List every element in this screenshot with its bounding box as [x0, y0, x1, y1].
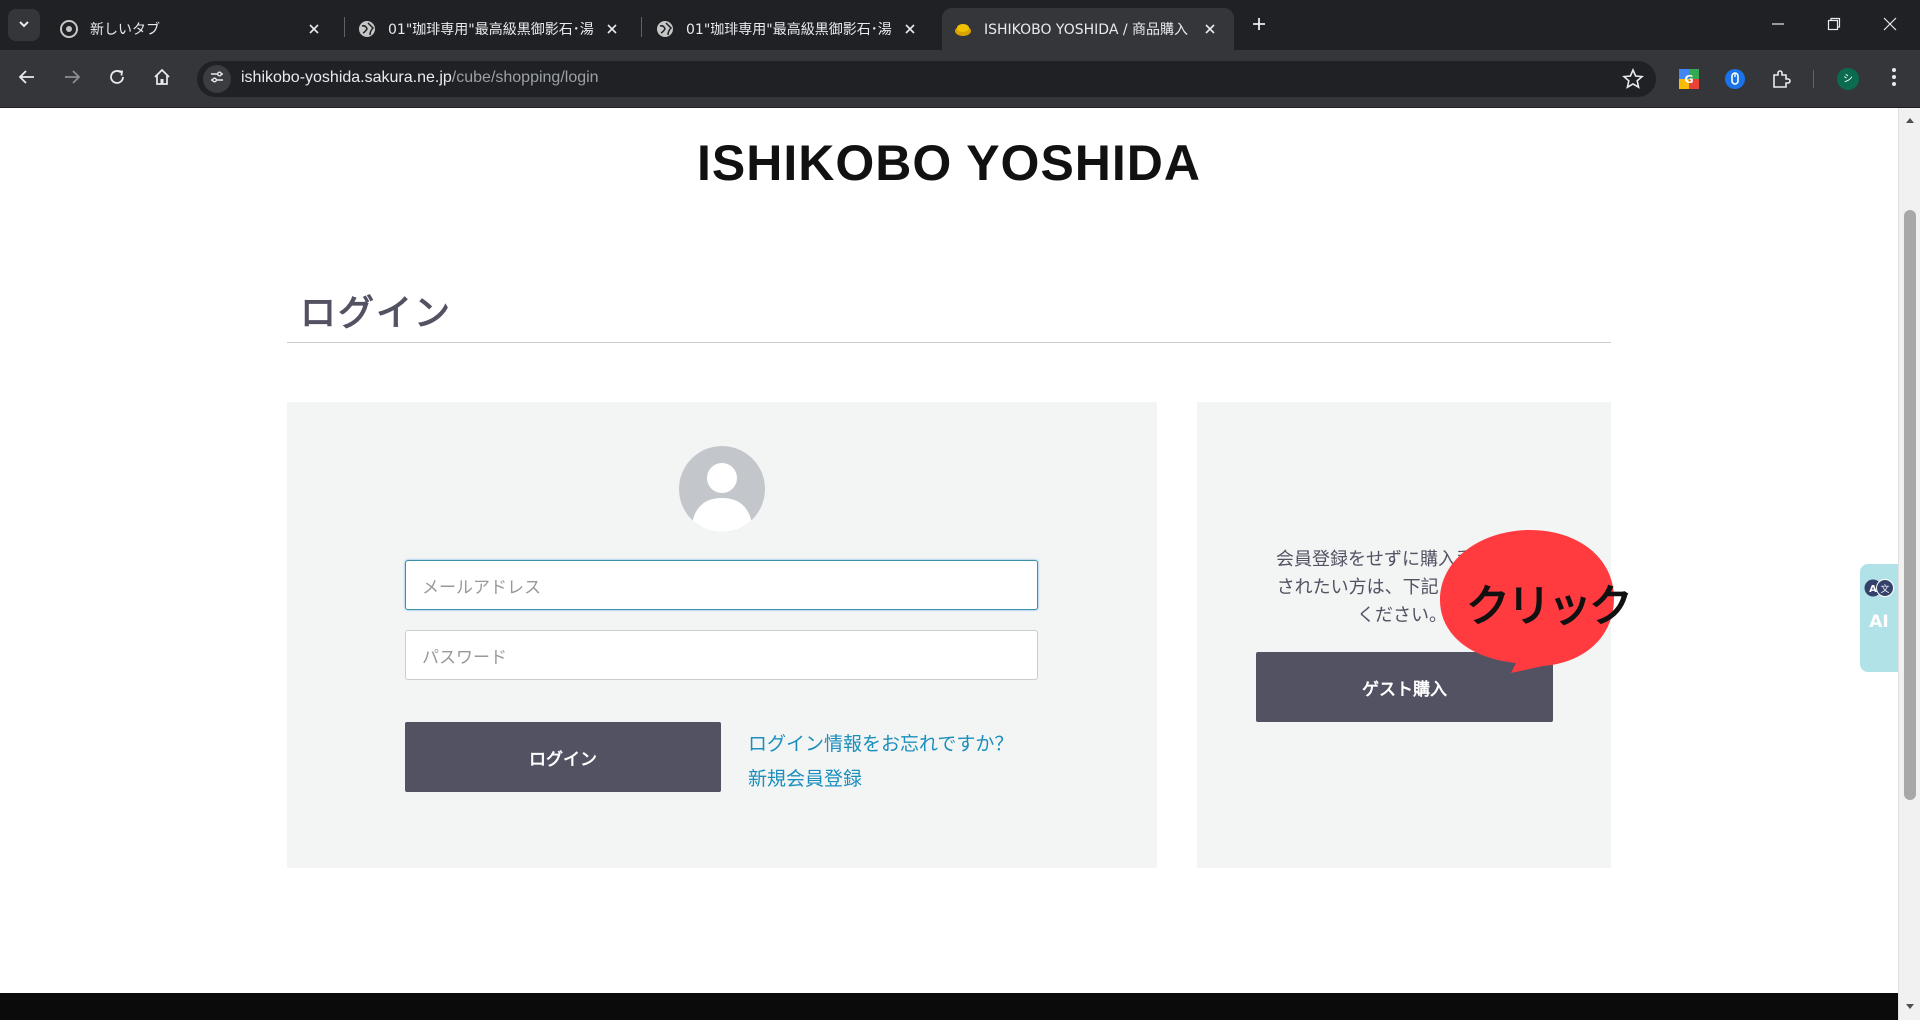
- tab-product-1[interactable]: 01"珈琲専用"最高級黒御影石･湯: [346, 8, 636, 50]
- stone-favicon: [954, 20, 972, 38]
- tab-divider: [344, 17, 345, 37]
- page-title: ログイン: [300, 293, 453, 334]
- plus-icon: [1251, 16, 1267, 36]
- restore-button[interactable]: [1806, 0, 1862, 50]
- globe-icon: [656, 20, 674, 38]
- minimize-icon: [1771, 16, 1785, 35]
- scroll-down-arrow-icon[interactable]: [1904, 1001, 1916, 1013]
- restore-icon: [1827, 16, 1841, 35]
- site-brand[interactable]: ISHIKOBO YOSHIDA: [0, 134, 1898, 192]
- ai-label: AI: [1869, 612, 1889, 632]
- forward-button[interactable]: [56, 63, 88, 95]
- home-icon: [153, 68, 171, 90]
- password-field[interactable]: パスワード: [405, 630, 1038, 680]
- site-info-button[interactable]: [203, 65, 231, 93]
- tab-divider: [641, 17, 642, 37]
- minimize-button[interactable]: [1750, 0, 1806, 50]
- tab-close-icon[interactable]: [304, 19, 324, 39]
- register-link[interactable]: 新規会員登録: [748, 764, 862, 791]
- page-scrollbar[interactable]: [1898, 108, 1920, 1020]
- email-field[interactable]: メールアドレス: [405, 560, 1038, 610]
- profile-avatar[interactable]: シ: [1836, 67, 1860, 91]
- chevron-down-icon: [17, 16, 31, 35]
- ai-translate-widget[interactable]: A文 AI: [1860, 564, 1898, 672]
- globe-icon: [358, 20, 376, 38]
- url-host: ishikobo-yoshida.sakura.ne.jp: [241, 69, 452, 86]
- login-button[interactable]: ログイン: [405, 722, 721, 792]
- svg-text:G: G: [1684, 73, 1693, 86]
- mouse-extension-icon[interactable]: [1723, 67, 1747, 91]
- tab-shop-login[interactable]: ISHIKOBO YOSHIDA / 商品購入: [942, 8, 1234, 50]
- tab-title: 01"珈琲専用"最高級黒御影石･湯: [686, 22, 892, 38]
- click-annotation-text: クリック: [1466, 581, 1633, 632]
- user-avatar-icon: [679, 446, 765, 532]
- back-button[interactable]: [11, 63, 43, 95]
- tab-title: 新しいタブ: [90, 22, 160, 38]
- tab-product-2[interactable]: 01"珈琲専用"最高級黒御影石･湯: [644, 8, 934, 50]
- svg-text:文: 文: [1880, 583, 1889, 595]
- close-window-button[interactable]: [1862, 0, 1918, 50]
- translate-icon: A文: [1864, 578, 1894, 602]
- forgot-password-link[interactable]: ログイン情報をお忘れですか？: [748, 729, 1013, 756]
- more-vert-icon: [1891, 67, 1897, 91]
- reload-icon: [108, 68, 126, 90]
- scroll-up-arrow-icon[interactable]: [1904, 114, 1916, 126]
- new-tab-button[interactable]: [1245, 12, 1273, 40]
- tab-strip: 新しいタブ 01"珈琲専用"最高級黒御影石･湯 01"珈琲専用"最高級黒御影石･…: [0, 0, 1920, 50]
- browser-toolbar: ishikobo-yoshida.sakura.ne.jp/cube/shopp…: [0, 50, 1920, 108]
- arrow-left-icon: [18, 68, 36, 90]
- google-translate-extension-icon[interactable]: G: [1677, 67, 1701, 91]
- url-text[interactable]: ishikobo-yoshida.sakura.ne.jp/cube/shopp…: [241, 69, 599, 87]
- toolbar-divider: [1813, 70, 1814, 88]
- tab-new-tab[interactable]: 新しいタブ: [48, 8, 338, 50]
- close-icon: [1883, 16, 1897, 35]
- page-footer-bar: [0, 993, 1898, 1020]
- menu-button[interactable]: [1882, 67, 1906, 91]
- tab-title: 01"珈琲専用"最高級黒御影石･湯: [388, 22, 594, 38]
- home-button[interactable]: [146, 63, 178, 95]
- arrow-right-icon: [63, 68, 81, 90]
- svg-text:A: A: [1869, 584, 1877, 595]
- tab-title: ISHIKOBO YOSHIDA / 商品購入: [984, 22, 1189, 38]
- web-page: ISHIKOBO YOSHIDA ログイン メールアドレス パスワード ログイン…: [0, 108, 1898, 993]
- tune-icon: [209, 69, 225, 89]
- tab-close-icon[interactable]: [602, 19, 622, 39]
- tab-close-icon[interactable]: [1200, 19, 1220, 39]
- puzzle-icon[interactable]: [1769, 67, 1793, 91]
- chrome-icon: [60, 20, 78, 38]
- scrollbar-thumb[interactable]: [1904, 210, 1916, 800]
- tab-search-button[interactable]: [8, 9, 40, 41]
- profile-initial: シ: [1843, 74, 1853, 85]
- heading-divider: [287, 342, 1611, 343]
- url-path: /cube/shopping/login: [451, 69, 599, 86]
- star-icon[interactable]: [1622, 67, 1644, 90]
- reload-button[interactable]: [101, 63, 133, 95]
- address-bar[interactable]: ishikobo-yoshida.sakura.ne.jp/cube/shopp…: [197, 61, 1656, 97]
- tab-close-icon[interactable]: [900, 19, 920, 39]
- login-panel: メールアドレス パスワード ログイン ログイン情報をお忘れですか？ 新規会員登録: [287, 402, 1157, 868]
